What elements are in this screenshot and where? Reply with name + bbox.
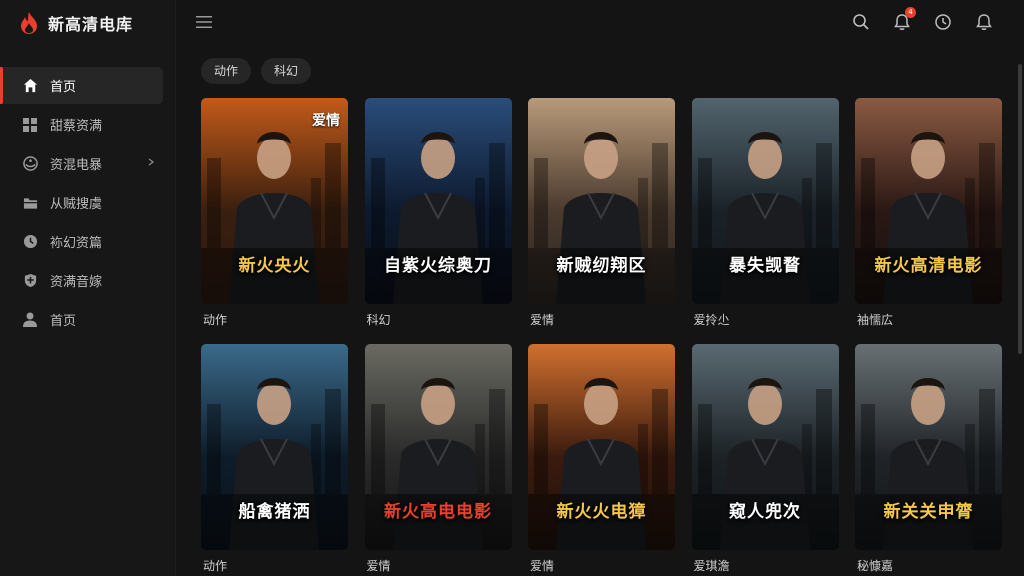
grid-icon xyxy=(22,117,38,133)
poster-corner-label: 爱情 xyxy=(312,113,340,129)
sidebar-item-home[interactable]: 首页 xyxy=(0,67,163,104)
movie-card[interactable]: 新火央火 爱情动作 xyxy=(201,98,348,328)
flame-icon xyxy=(21,12,37,34)
poster-title: 新贼纫翔区 xyxy=(556,256,647,276)
sidebar-item-search[interactable]: 从贼搜虞 xyxy=(0,184,163,221)
notification-count-badge: 4 xyxy=(905,7,916,18)
sidebar-item-label: 首页 xyxy=(50,314,77,329)
movie-poster[interactable]: 新贼纫翔区 xyxy=(528,98,675,304)
movie-card[interactable]: 窥人兜次爱琪澹 xyxy=(691,344,839,574)
search-icon[interactable] xyxy=(852,13,870,31)
app-title: 新高清电库 xyxy=(48,15,134,34)
sidebar-item-profile[interactable]: 首页 xyxy=(0,301,163,338)
poster-title: 新火火电獐 xyxy=(556,502,647,522)
home-icon xyxy=(22,78,38,94)
poster-title: 新关关申膂 xyxy=(883,502,974,522)
genre-filters: 动作 科幻 xyxy=(201,58,312,84)
sidebar-item-label: 资满音嫁 xyxy=(50,275,103,290)
filter-chip-action[interactable]: 动作 xyxy=(201,58,252,84)
hamburger-menu-icon[interactable] xyxy=(196,14,212,30)
movie-poster[interactable]: 窥人兜次 xyxy=(691,344,839,550)
history-icon[interactable] xyxy=(934,13,952,31)
sidebar-item-label: 从贼搜虞 xyxy=(50,197,103,212)
sidebar-item-label: 首页 xyxy=(50,80,77,95)
sidebar-item-movies[interactable]: 资混电暴 xyxy=(0,145,163,182)
movie-genre-caption: 爱情 xyxy=(366,559,391,573)
poster-title: 窥人兜次 xyxy=(729,502,801,522)
poster-title: 暴失觊瞀 xyxy=(729,256,801,276)
sidebar-item-label: 甜蔡资满 xyxy=(50,119,103,134)
movie-genre-caption: 爱琪澹 xyxy=(693,559,730,573)
sidebar-item-label: 资混电暴 xyxy=(50,158,103,173)
movie-poster[interactable]: 自紫火综奥刀 xyxy=(364,98,512,304)
sidebar-item-scifi[interactable]: 袮幻资篇 xyxy=(0,223,163,260)
chevron-right-icon xyxy=(148,158,155,166)
sidebar-nav: 首页 甜蔡资满 资混电暴 从贼搜虞 袮幻资篇 资满音嫁 首页 xyxy=(0,67,176,340)
movie-genre-caption: 秘慷嘉 xyxy=(857,559,894,573)
movie-poster[interactable]: 新火高电电影 xyxy=(364,344,512,550)
movie-poster[interactable]: 新火央火 爱情 xyxy=(201,98,348,304)
movie-card[interactable]: 新火高电电影爱情 xyxy=(364,344,512,574)
movie-poster[interactable]: 新火火电獐 xyxy=(528,344,675,550)
movie-card[interactable]: 新贼纫翔区爱情 xyxy=(528,98,675,328)
sidebar-item-music[interactable]: 资满音嫁 xyxy=(0,262,163,299)
movie-card[interactable]: 暴失觊瞀爱拎尐 xyxy=(691,98,839,328)
movie-genre-caption: 动作 xyxy=(203,559,228,573)
shield-icon xyxy=(22,273,38,289)
sidebar: 新高清电库 首页 甜蔡资满 资混电暴 从贼搜虞 袮幻资篇 资满音嫁 首页 xyxy=(0,0,176,576)
movie-genre-caption: 动作 xyxy=(203,313,228,327)
movie-poster[interactable]: 暴失觊瞀 xyxy=(691,98,839,304)
scrollbar[interactable] xyxy=(1018,64,1022,354)
poster-title: 新火高电电影 xyxy=(384,502,492,522)
movie-card[interactable]: 新火火电獐爱情 xyxy=(528,344,675,574)
filter-chip-scifi[interactable]: 科幻 xyxy=(261,58,312,84)
movie-card[interactable]: 船禽猪洒动作 xyxy=(201,344,348,574)
movie-genre-caption: 爱情 xyxy=(530,559,555,573)
folder-icon xyxy=(22,195,38,211)
movie-genre-caption: 科幻 xyxy=(366,313,391,327)
movie-poster[interactable]: 船禽猪洒 xyxy=(201,344,348,550)
movie-poster[interactable]: 新火高清电影 xyxy=(855,98,1002,304)
movie-card[interactable]: 自紫火综奥刀科幻 xyxy=(364,98,512,328)
movie-genre-caption: 爱情 xyxy=(530,313,555,327)
poster-title: 新火高清电影 xyxy=(874,256,983,276)
poster-title: 船禽猪洒 xyxy=(238,502,311,522)
clock-icon xyxy=(22,234,38,250)
film-reel-icon xyxy=(22,156,38,172)
user-icon xyxy=(22,312,38,328)
sidebar-item-label: 袮幻资篇 xyxy=(50,236,103,251)
sidebar-item-resources[interactable]: 甜蔡资满 xyxy=(0,106,163,143)
movie-genre-caption: 爱拎尐 xyxy=(693,313,730,327)
poster-title: 自紫火综奥刀 xyxy=(384,256,492,276)
movie-card[interactable]: 新火高清电影袖懦広 xyxy=(855,98,1002,328)
movie-poster[interactable]: 新关关申膂 xyxy=(855,344,1002,550)
alert-bell-icon[interactable] xyxy=(975,13,993,31)
poster-title: 新火央火 xyxy=(238,256,311,276)
movie-card[interactable]: 新关关申膂秘慷嘉 xyxy=(855,344,1002,574)
app-logo[interactable]: 新高清电库 xyxy=(18,10,133,36)
movie-genre-caption: 袖懦広 xyxy=(857,313,894,327)
